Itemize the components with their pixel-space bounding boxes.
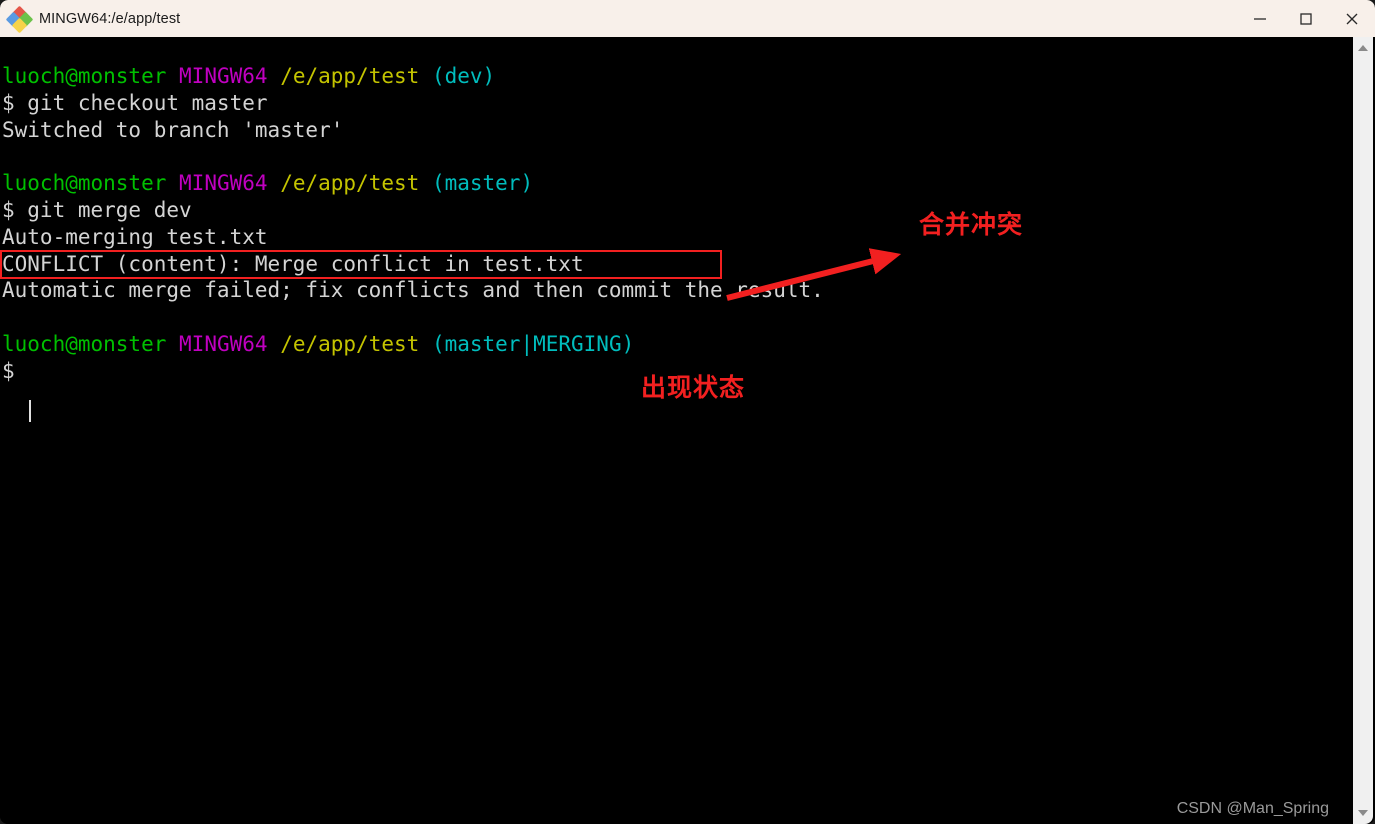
terminal-segment — [166, 171, 179, 195]
annotation-status: 出现状态 — [641, 373, 746, 402]
close-button[interactable] — [1329, 0, 1375, 37]
git-bash-icon — [5, 5, 34, 33]
terminal-line-output-2: Auto-merging test.txt — [2, 224, 824, 251]
terminal-segment — [268, 64, 281, 88]
terminal-segment: (master|MERGING) — [431, 331, 635, 356]
terminal-segment — [2, 144, 15, 168]
terminal-line-prompt-2: luoch@monster MINGW64 /e/app/test (maste… — [2, 170, 824, 197]
terminal-line-prompt-1: luoch@monster MINGW64 /e/app/test (dev) — [2, 63, 824, 90]
terminal-segment: (master) — [431, 171, 534, 196]
scroll-up-icon[interactable] — [1353, 39, 1373, 57]
terminal-segment — [419, 64, 432, 88]
conflict-highlight-box — [0, 250, 722, 279]
terminal-segment: Automatic merge failed; fix conflicts an… — [2, 278, 824, 303]
terminal-segment: $ — [2, 358, 28, 383]
terminal-segment — [268, 171, 281, 195]
minimize-button[interactable] — [1237, 0, 1283, 37]
window-controls — [1237, 0, 1375, 37]
terminal-segment: MINGW64 — [179, 171, 268, 196]
terminal-segment: luoch@monster — [2, 331, 167, 356]
terminal-segment — [268, 332, 281, 356]
window-title: MINGW64:/e/app/test — [39, 10, 181, 27]
title-bar[interactable]: MINGW64:/e/app/test — [0, 0, 1375, 37]
terminal-segment — [419, 171, 432, 195]
minimize-icon — [1254, 17, 1266, 20]
annotation-arrow-icon — [726, 248, 902, 301]
terminal-segment: /e/app/test — [280, 171, 420, 196]
terminal-line-prompt-3: luoch@monster MINGW64 /e/app/test (maste… — [2, 331, 824, 358]
terminal-segment: luoch@monster — [2, 64, 167, 88]
terminal-segment: /e/app/test — [280, 331, 420, 356]
terminal-line-blank-1 — [2, 143, 824, 170]
terminal-segment — [166, 332, 179, 356]
scroll-down-icon[interactable] — [1353, 804, 1373, 822]
terminal-segment: luoch@monster — [2, 171, 167, 196]
terminal-window: MINGW64:/e/app/test luoch@monster MINGW6… — [0, 0, 1375, 824]
terminal-line-output-1: Switched to branch 'master' — [2, 117, 824, 144]
terminal-line-command-1: $ git checkout master — [2, 90, 824, 117]
terminal-body[interactable]: luoch@monster MINGW64 /e/app/test (dev) $… — [0, 37, 1353, 824]
terminal-line-output-3: Automatic merge failed; fix conflicts an… — [2, 277, 824, 304]
terminal-segment — [166, 64, 179, 88]
watermark: CSDN @Man_Spring — [1176, 800, 1329, 817]
terminal-segment — [2, 305, 15, 329]
terminal-segment: Auto-merging test.txt — [2, 224, 268, 249]
maximize-button[interactable] — [1283, 0, 1329, 37]
terminal-line-command-2: $ git merge dev — [2, 197, 824, 224]
terminal-line-blank-2 — [2, 304, 824, 331]
vertical-scrollbar[interactable] — [1353, 37, 1373, 824]
text-cursor — [29, 400, 31, 422]
terminal-segment: MINGW64 — [179, 64, 268, 88]
maximize-icon — [1300, 12, 1312, 25]
terminal-segment: MINGW64 — [179, 331, 268, 356]
terminal-segment: (dev) — [431, 64, 496, 88]
close-icon — [1346, 13, 1358, 24]
terminal-segment: $ git merge dev — [2, 197, 192, 222]
annotation-merge-conflict: 合并冲突 — [919, 210, 1024, 239]
terminal-segment: /e/app/test — [280, 64, 420, 88]
terminal-segment: $ git checkout master — [2, 90, 268, 115]
terminal-segment: Switched to branch 'master' — [2, 117, 344, 142]
terminal-output: luoch@monster MINGW64 /e/app/test (dev) $… — [2, 63, 824, 385]
terminal-segment — [419, 332, 432, 356]
